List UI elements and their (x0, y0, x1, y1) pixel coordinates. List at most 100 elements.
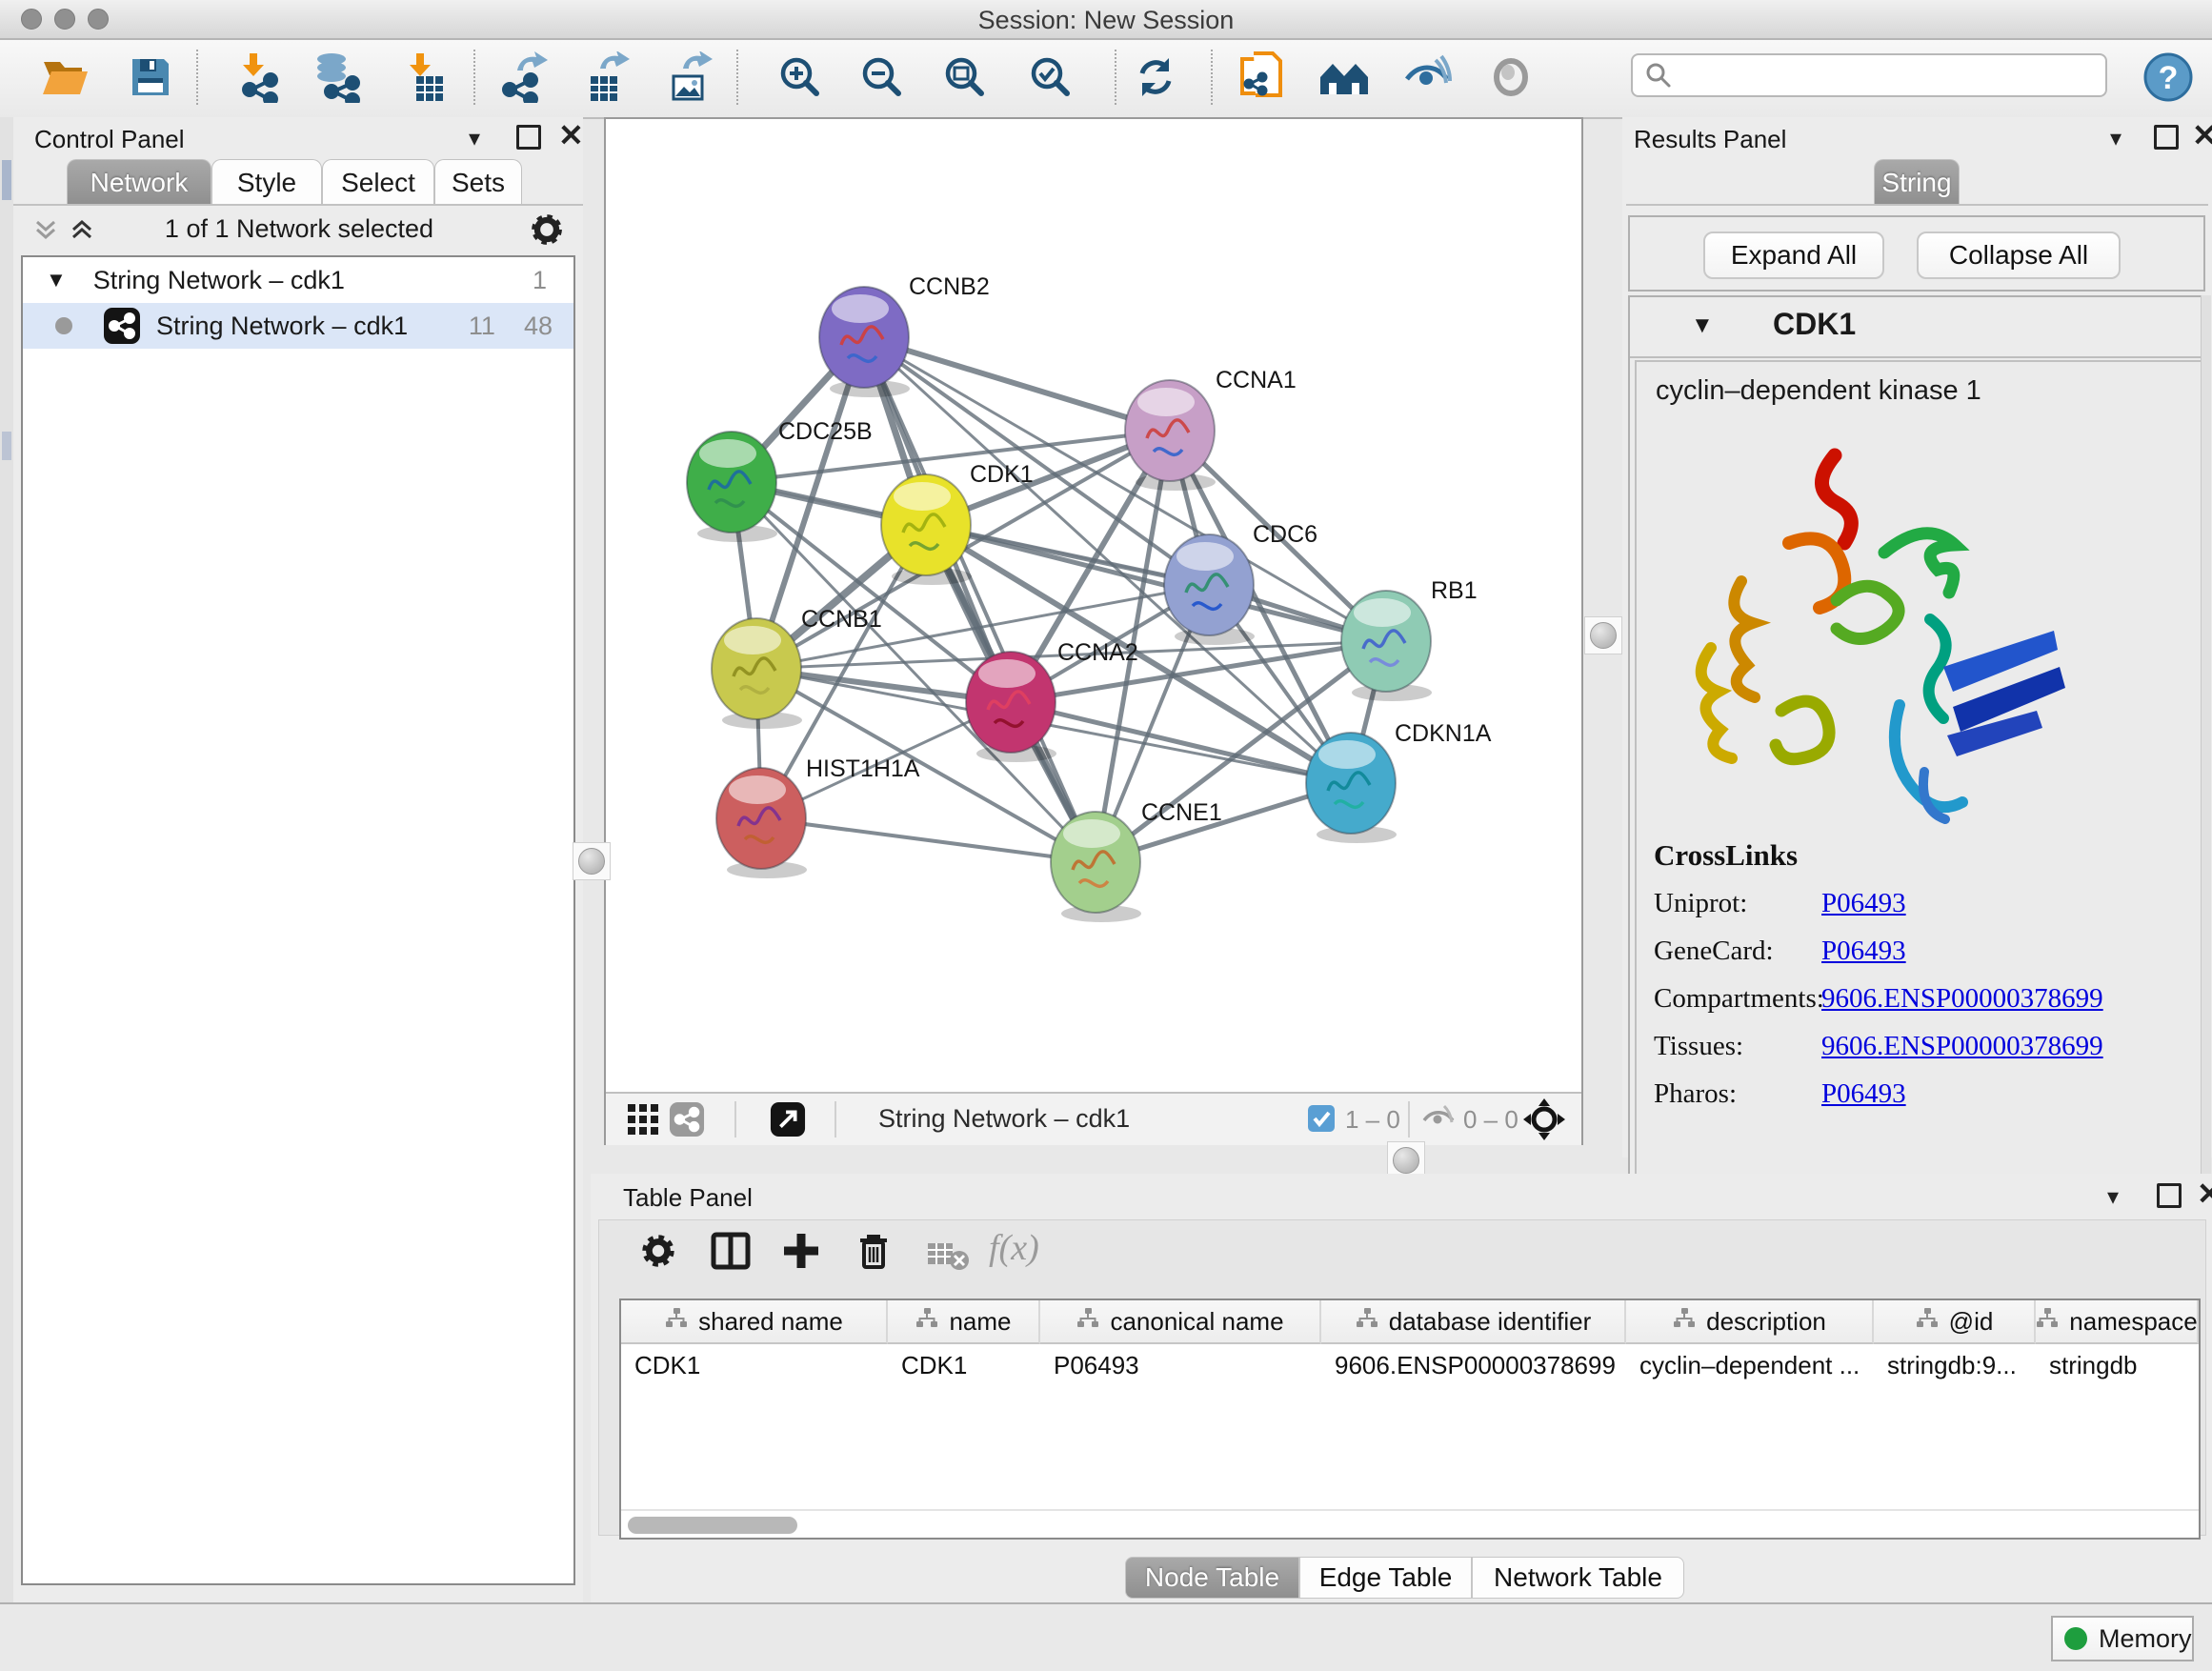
zoom-fit-button[interactable] (938, 50, 992, 104)
selected-checkbox-icon[interactable] (1307, 1104, 1336, 1137)
tab-style[interactable]: Style (211, 159, 322, 205)
refresh-button[interactable] (1129, 50, 1182, 104)
network-node[interactable]: RB1 (1341, 577, 1478, 701)
help-button[interactable]: ? (2142, 50, 2195, 104)
network-node[interactable]: CCNB1 (712, 606, 882, 729)
table-cell[interactable]: stringdb:9... (1874, 1344, 2036, 1386)
network-edge[interactable] (761, 818, 1096, 862)
table-column-header[interactable]: canonical name (1040, 1300, 1321, 1344)
network-row[interactable]: String Network – cdk1 11 48 (23, 303, 573, 349)
network-node-label: CDK1 (970, 461, 1034, 488)
table-column-header[interactable]: shared name (621, 1300, 888, 1344)
results-panel-close-icon[interactable]: ✕ (2192, 123, 2212, 148)
crosslink-link[interactable]: P06493 (1821, 888, 1906, 919)
table-panel-float-icon[interactable]: ▾ (2107, 1183, 2119, 1211)
table-column-header[interactable]: description (1626, 1300, 1874, 1344)
table-settings-gear-icon[interactable] (633, 1225, 684, 1277)
tab-node-table[interactable]: Node Table (1125, 1557, 1299, 1599)
navigator-crosshair-icon[interactable] (1522, 1097, 1566, 1146)
delete-column-trash-icon[interactable] (848, 1225, 899, 1277)
results-scrollbar[interactable] (2201, 295, 2211, 1246)
import-table-button[interactable] (398, 50, 452, 104)
network-node[interactable]: CDC25B (687, 418, 873, 542)
results-panel-maximize-icon[interactable] (2154, 125, 2179, 150)
network-edge[interactable] (864, 337, 1096, 862)
crosslink-link[interactable]: P06493 (1821, 936, 1906, 967)
results-panel-float-icon[interactable]: ▾ (2110, 125, 2122, 152)
save-session-button[interactable] (124, 50, 177, 104)
import-network-button[interactable] (231, 50, 285, 104)
open-session-from-file-button[interactable] (1234, 50, 1287, 104)
grid-mode-icon[interactable] (627, 1103, 659, 1140)
import-table-icon (401, 51, 449, 103)
collapse-all-button[interactable]: Collapse All (1917, 232, 2121, 279)
show-glyphs-button[interactable] (1484, 50, 1538, 104)
table-column-header[interactable]: namespace (2036, 1300, 2199, 1344)
collection-expander-icon[interactable]: ▼ (46, 268, 67, 292)
network-collection-row[interactable]: ▼ String Network – cdk1 1 (23, 257, 573, 303)
control-panel-maximize-icon[interactable] (516, 125, 541, 150)
import-network-from-database-button[interactable] (311, 50, 364, 104)
add-column-icon[interactable] (775, 1225, 827, 1277)
export-network-button[interactable] (497, 50, 551, 104)
table-panel-maximize-icon[interactable] (2157, 1183, 2182, 1208)
tab-network[interactable]: Network (67, 159, 211, 205)
network-node[interactable]: CCNB2 (819, 273, 990, 397)
table-column-header[interactable]: @id (1874, 1300, 2036, 1344)
tab-sets[interactable]: Sets (434, 159, 522, 205)
hidden-eye-icon[interactable] (1421, 1103, 1456, 1138)
right-splitter-handle[interactable] (1584, 616, 1622, 654)
tab-network-table[interactable]: Network Table (1472, 1557, 1684, 1599)
search-input[interactable] (1631, 53, 2107, 97)
control-panel-float-icon[interactable]: ▾ (469, 125, 480, 152)
expand-all-networks-icon[interactable] (32, 216, 59, 243)
network-node[interactable]: CDKN1A (1306, 720, 1492, 843)
table-hscrollbar-thumb[interactable] (628, 1517, 797, 1534)
table-panel-close-icon[interactable]: ✕ (2197, 1181, 2212, 1206)
tab-select[interactable]: Select (322, 159, 434, 205)
table-cell[interactable]: CDK1 (888, 1344, 1040, 1386)
crosslink-link[interactable]: 9606.ENSP00000378699 (1821, 983, 2103, 1015)
network-node[interactable]: HIST1H1A (716, 755, 920, 878)
zoom-out-button[interactable] (855, 50, 909, 104)
expand-all-button[interactable]: Expand All (1703, 232, 1884, 279)
zoom-selected-button[interactable] (1024, 50, 1077, 104)
export-image-button[interactable] (663, 50, 716, 104)
export-table-button[interactable] (580, 50, 633, 104)
network-node[interactable]: CCNA2 (966, 639, 1138, 762)
network-edge[interactable] (864, 337, 1170, 431)
network-node[interactable]: CCNE1 (1051, 799, 1222, 922)
table-cell[interactable]: cyclin–dependent ... (1626, 1344, 1874, 1386)
network-node-label: CCNE1 (1141, 799, 1222, 826)
crosslink-link[interactable]: 9606.ENSP00000378699 (1821, 1031, 2103, 1062)
show-columns-icon[interactable] (705, 1225, 756, 1277)
column-type-icon (2036, 1307, 2060, 1337)
table-cell[interactable]: P06493 (1040, 1344, 1321, 1386)
table-cell[interactable]: stringdb (2036, 1344, 2199, 1386)
delete-table-icon[interactable] (922, 1229, 974, 1280)
gene-expander-icon[interactable]: ▼ (1691, 312, 1714, 339)
table-column-header[interactable]: name (888, 1300, 1040, 1344)
function-builder-fx[interactable]: f(x) (989, 1227, 1039, 1269)
network-node-label: CDC25B (778, 418, 873, 445)
control-panel-close-icon[interactable]: ✕ (558, 123, 584, 148)
open-session-button[interactable] (38, 50, 91, 104)
tab-edge-table[interactable]: Edge Table (1299, 1557, 1472, 1599)
tab-string[interactable]: String (1874, 159, 1960, 205)
table-cell[interactable]: 9606.ENSP00000378699 (1321, 1344, 1626, 1386)
crosslink-link[interactable]: P06493 (1821, 1078, 1906, 1110)
network-view-share-icon[interactable] (669, 1101, 705, 1142)
string-home-button[interactable] (1317, 50, 1371, 104)
detach-view-icon[interactable] (770, 1101, 806, 1142)
hide-glyphs-button[interactable] (1401, 50, 1455, 104)
table-column-header[interactable]: database identifier (1321, 1300, 1626, 1344)
network-options-gear-icon[interactable] (528, 211, 566, 253)
collapse-all-networks-icon[interactable] (69, 216, 95, 243)
gene-header[interactable]: ▼ CDK1 (1630, 297, 2203, 358)
table-cell[interactable]: CDK1 (621, 1344, 888, 1386)
network-graph[interactable]: CCNB2CCNA1CDC25BCDK1CDC6RB1CCNB1CCNA2CDK… (606, 119, 1581, 1092)
left-splitter-handle[interactable] (573, 842, 611, 880)
table-row[interactable]: CDK1CDK1P064939606.ENSP00000378699cyclin… (621, 1344, 2199, 1386)
memory-button[interactable]: Memory (2051, 1616, 2194, 1661)
zoom-in-button[interactable] (774, 50, 827, 104)
